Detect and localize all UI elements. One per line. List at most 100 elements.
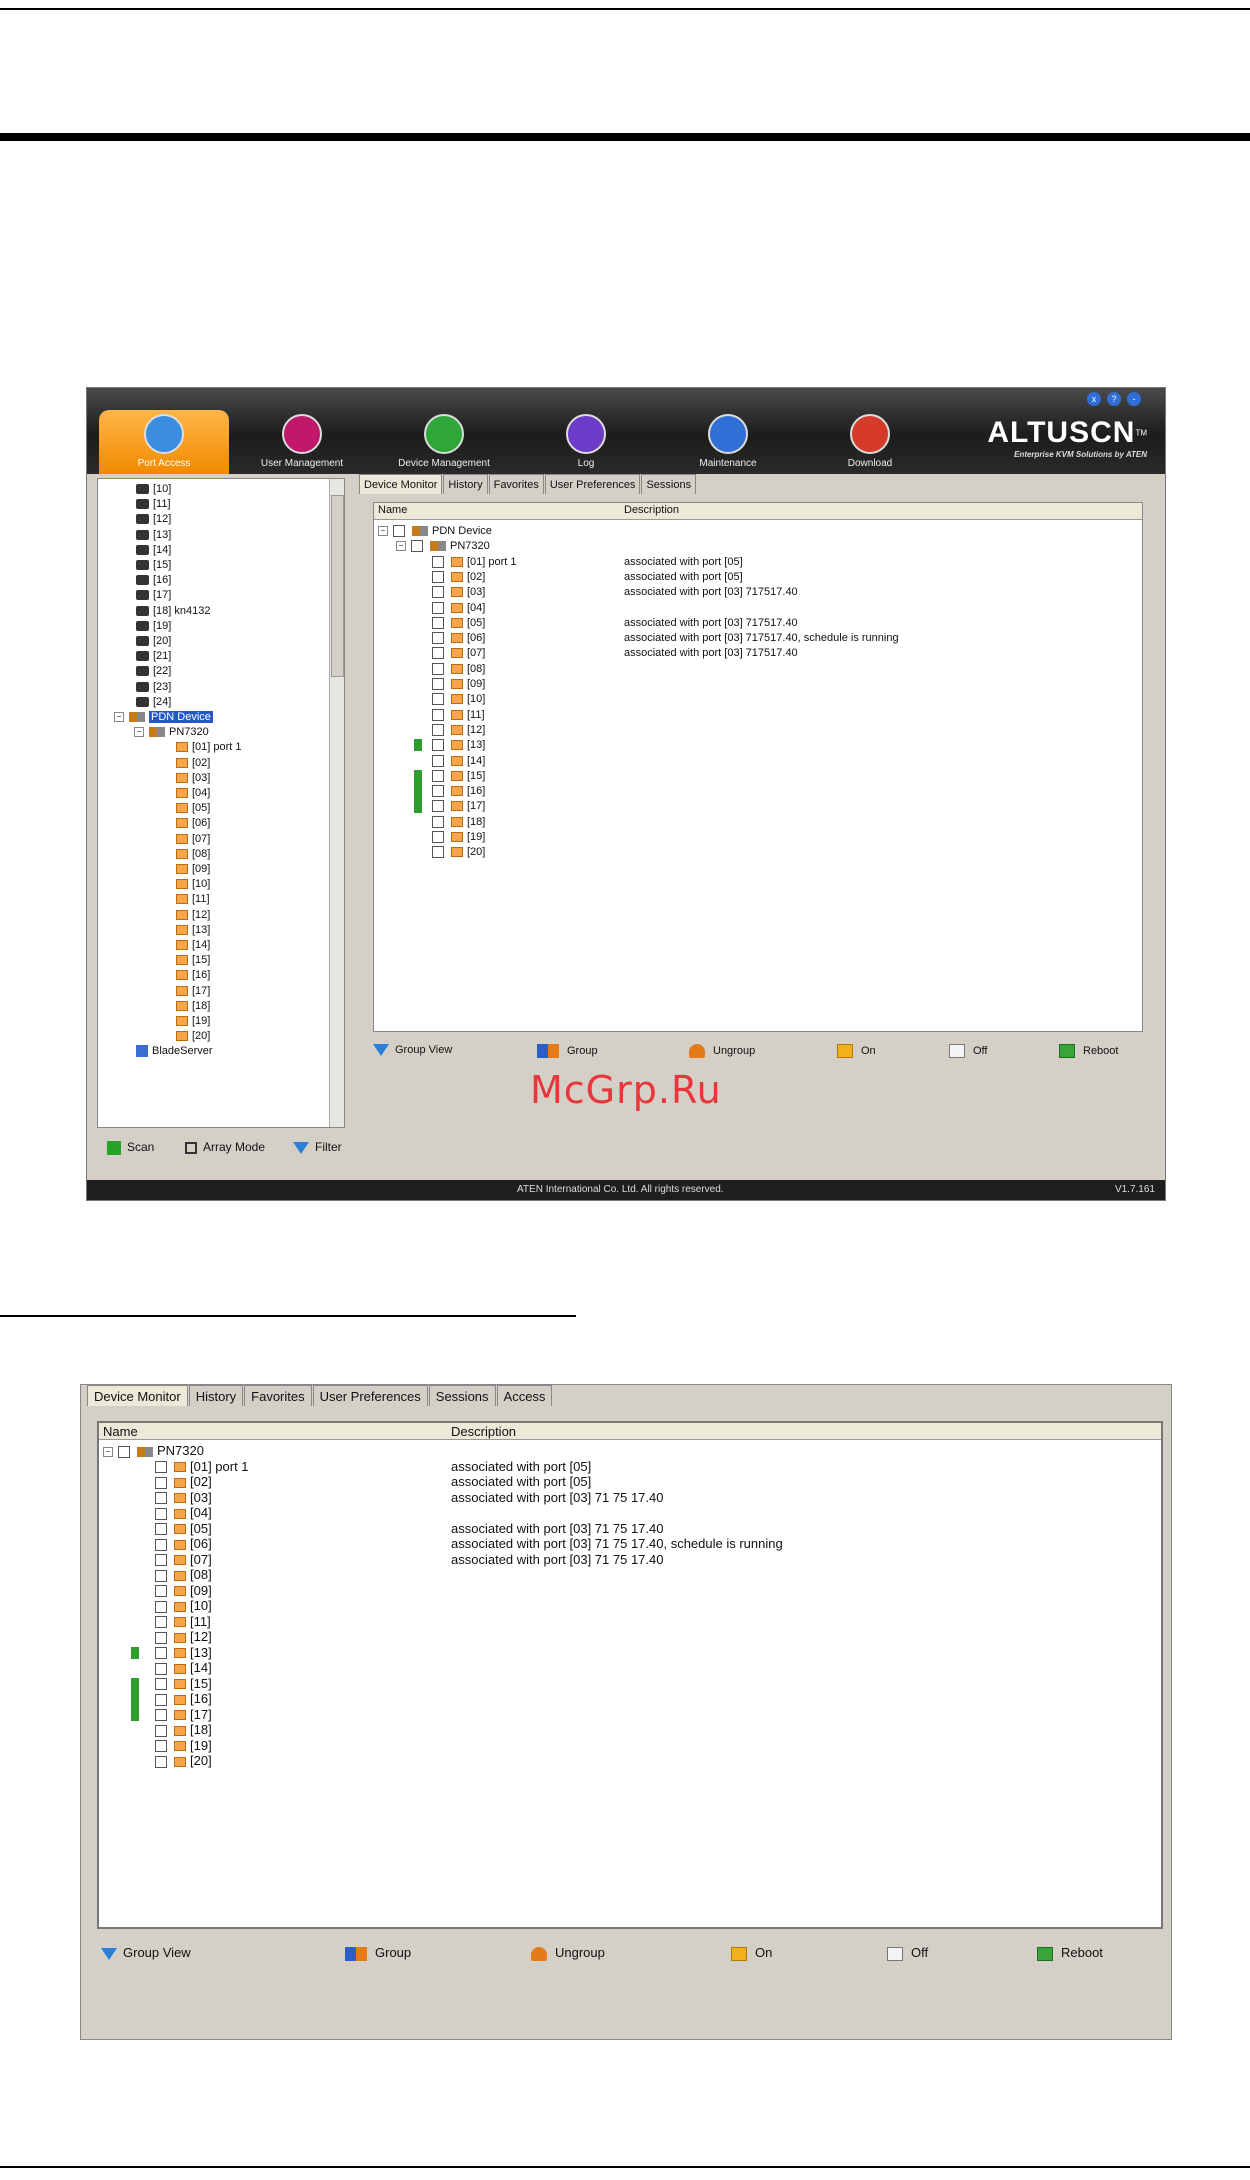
scan-button[interactable]: Scan bbox=[107, 1140, 154, 1155]
tree-item-port[interactable]: [18] kn4132 bbox=[136, 603, 211, 619]
tree-item-outlet[interactable]: [09] bbox=[176, 861, 210, 877]
column-description[interactable]: Description bbox=[451, 1424, 516, 1439]
column-name[interactable]: Name bbox=[103, 1424, 138, 1439]
row-checkbox[interactable] bbox=[155, 1631, 167, 1644]
tab-port-access[interactable]: Port Access bbox=[99, 410, 229, 474]
column-name[interactable]: Name bbox=[378, 504, 407, 516]
row-checkbox[interactable] bbox=[411, 540, 423, 553]
tree-item-blade-server[interactable]: BladeServer bbox=[136, 1043, 213, 1059]
list-row-outlet[interactable]: [20] bbox=[432, 844, 485, 861]
tree-item-port[interactable]: [12] bbox=[136, 511, 171, 527]
group-button[interactable]: Group bbox=[345, 1945, 411, 1961]
row-checkbox[interactable] bbox=[432, 632, 444, 645]
tab-user-management[interactable]: User Management bbox=[237, 410, 367, 474]
tab-download[interactable]: Download bbox=[805, 410, 935, 474]
on-button[interactable]: On bbox=[731, 1945, 772, 1961]
row-checkbox[interactable] bbox=[155, 1647, 167, 1660]
tree-item-outlet[interactable]: [05] bbox=[176, 800, 210, 816]
row-checkbox[interactable] bbox=[432, 831, 444, 844]
ungroup-button[interactable]: Ungroup bbox=[689, 1044, 755, 1058]
list-row-outlet[interactable]: [16] bbox=[155, 1691, 212, 1707]
row-checkbox[interactable] bbox=[118, 1445, 130, 1458]
tree-item-outlet[interactable]: [13] bbox=[176, 922, 210, 938]
list-row-outlet[interactable]: [01] port 1 bbox=[155, 1459, 249, 1475]
row-checkbox[interactable] bbox=[155, 1740, 167, 1753]
tab-history[interactable]: History bbox=[188, 1385, 244, 1406]
tree-item-port[interactable]: [20] bbox=[136, 633, 171, 649]
row-checkbox[interactable] bbox=[155, 1523, 167, 1536]
minimize-icon[interactable]: - bbox=[1127, 392, 1141, 406]
row-checkbox[interactable] bbox=[432, 678, 444, 691]
row-checkbox[interactable] bbox=[432, 800, 444, 813]
tree-item-outlet[interactable]: [11] bbox=[176, 891, 210, 907]
tree-item-port[interactable]: [17] bbox=[136, 587, 171, 603]
tab-user-preferences[interactable]: User Preferences bbox=[312, 1385, 428, 1406]
row-checkbox[interactable] bbox=[432, 570, 444, 583]
tree-item-outlet[interactable]: [15] bbox=[176, 952, 210, 968]
list-row-outlet[interactable]: [07] bbox=[155, 1552, 212, 1568]
scroll-thumb[interactable] bbox=[331, 495, 344, 677]
array-mode-button[interactable]: Array Mode bbox=[185, 1140, 265, 1154]
list-row-outlet[interactable]: [20] bbox=[155, 1753, 212, 1769]
row-checkbox[interactable] bbox=[432, 586, 444, 599]
row-checkbox[interactable] bbox=[432, 739, 444, 752]
tree-item-port[interactable]: [10] bbox=[136, 481, 171, 497]
list-row-outlet[interactable]: [15] bbox=[155, 1676, 212, 1692]
row-checkbox[interactable] bbox=[432, 754, 444, 767]
reboot-button[interactable]: Reboot bbox=[1037, 1945, 1103, 1961]
row-checkbox[interactable] bbox=[432, 723, 444, 736]
row-checkbox[interactable] bbox=[432, 601, 444, 614]
row-checkbox[interactable] bbox=[155, 1461, 167, 1474]
row-checkbox[interactable] bbox=[155, 1585, 167, 1598]
tab-sessions[interactable]: Sessions bbox=[641, 474, 697, 494]
tab-favorites[interactable]: Favorites bbox=[244, 1385, 312, 1406]
tab-maintenance[interactable]: Maintenance bbox=[663, 410, 793, 474]
tree-item-outlet[interactable]: [14] bbox=[176, 937, 210, 953]
tree-item-port[interactable]: [14] bbox=[136, 542, 171, 558]
row-checkbox[interactable] bbox=[432, 647, 444, 660]
help-icon[interactable]: ? bbox=[1107, 392, 1121, 406]
row-checkbox[interactable] bbox=[155, 1678, 167, 1691]
tree-item-outlet[interactable]: [03] bbox=[176, 770, 210, 786]
tab-access[interactable]: Access bbox=[496, 1385, 553, 1406]
tab-log[interactable]: Log bbox=[521, 410, 651, 474]
row-checkbox[interactable] bbox=[432, 662, 444, 675]
tab-device-management[interactable]: Device Management bbox=[379, 410, 509, 474]
row-checkbox[interactable] bbox=[432, 846, 444, 859]
close-icon[interactable]: x bbox=[1087, 392, 1101, 406]
group-view-button[interactable]: Group View bbox=[101, 1945, 191, 1960]
tree-item-port[interactable]: [22] bbox=[136, 663, 171, 679]
filter-button[interactable]: Filter bbox=[293, 1140, 342, 1154]
row-checkbox[interactable] bbox=[155, 1492, 167, 1505]
tree-item-outlet[interactable]: [01] port 1 bbox=[176, 739, 242, 755]
ungroup-button[interactable]: Ungroup bbox=[531, 1945, 605, 1961]
row-checkbox[interactable] bbox=[155, 1662, 167, 1675]
group-view-button[interactable]: Group View bbox=[373, 1044, 452, 1057]
on-button[interactable]: On bbox=[837, 1044, 876, 1058]
off-button[interactable]: Off bbox=[887, 1945, 928, 1961]
list-row-outlet[interactable]: [02] bbox=[155, 1474, 212, 1490]
tree-item-outlet[interactable]: [12] bbox=[176, 907, 210, 923]
tree-item-outlet[interactable]: [06] bbox=[176, 815, 210, 831]
row-checkbox[interactable] bbox=[432, 616, 444, 629]
tab-favorites[interactable]: Favorites bbox=[488, 474, 544, 494]
tree-item-outlet[interactable]: [08] bbox=[176, 846, 210, 862]
tree-item-outlet[interactable]: [02] bbox=[176, 755, 210, 771]
tree-item-port[interactable]: [19] bbox=[136, 618, 171, 634]
tab-history[interactable]: History bbox=[443, 474, 488, 494]
list-row-pn7320[interactable]: − PN7320 bbox=[103, 1443, 204, 1459]
row-checkbox[interactable] bbox=[155, 1538, 167, 1551]
row-checkbox[interactable] bbox=[155, 1507, 167, 1520]
reboot-button[interactable]: Reboot bbox=[1059, 1044, 1118, 1058]
row-checkbox[interactable] bbox=[155, 1709, 167, 1722]
tab-sessions[interactable]: Sessions bbox=[428, 1385, 496, 1406]
row-checkbox[interactable] bbox=[155, 1476, 167, 1489]
tree-item-pdn-device[interactable]: − PDN Device bbox=[114, 709, 213, 725]
tree-item-outlet[interactable]: [16] bbox=[176, 967, 210, 983]
row-checkbox[interactable] bbox=[155, 1600, 167, 1613]
list-row-outlet[interactable]: [17] bbox=[155, 1707, 212, 1723]
row-checkbox[interactable] bbox=[155, 1693, 167, 1706]
list-row-outlet[interactable]: [03] bbox=[155, 1490, 212, 1506]
list-row-outlet[interactable]: [06] bbox=[155, 1536, 212, 1552]
tree-scrollbar[interactable] bbox=[329, 479, 344, 1127]
